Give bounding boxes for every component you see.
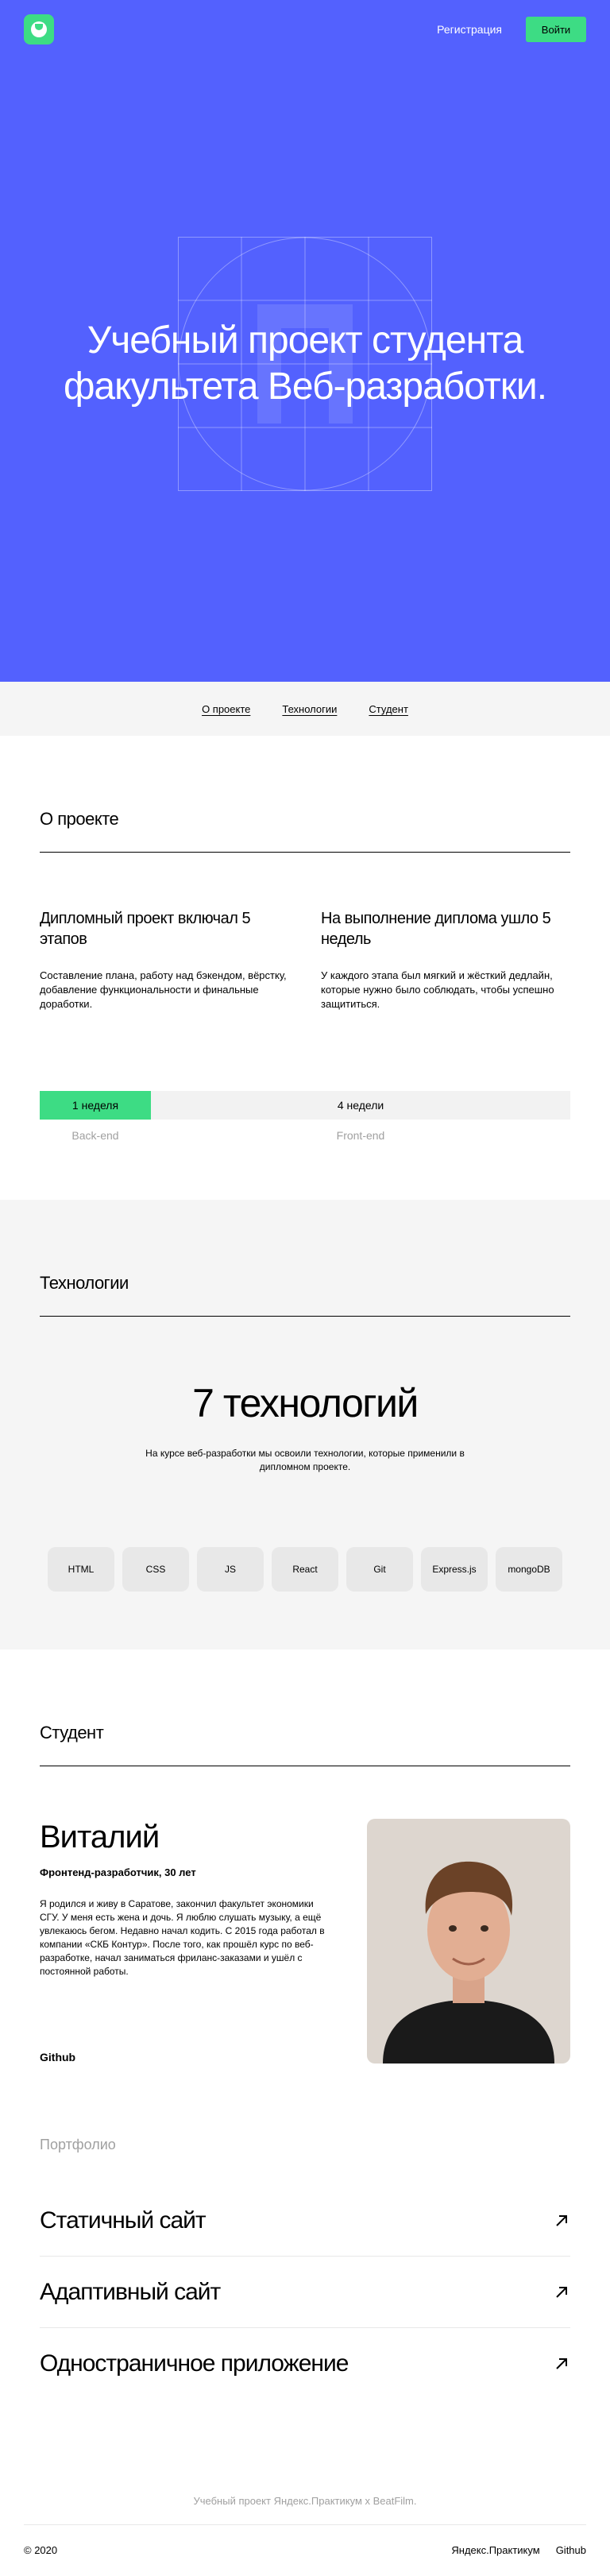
tech-item: CSS xyxy=(122,1547,189,1592)
timeline-bar: 1 неделя 4 недели xyxy=(40,1091,570,1120)
tech-headline: 7 технологий xyxy=(192,1381,419,1425)
student-job: Фронтенд-разработчик, 30 лет xyxy=(40,1866,196,1878)
tech-list: HTML CSS JS React Git Express.js mongoDB xyxy=(40,1547,570,1592)
student-title: Студент xyxy=(40,1723,570,1766)
section-nav: О проекте Технологии Студент xyxy=(0,682,610,736)
copyright: © 2020 xyxy=(24,2544,58,2556)
nav-link-about[interactable]: О проекте xyxy=(202,703,250,715)
tech-item: JS xyxy=(197,1547,264,1592)
tech-item: Git xyxy=(346,1547,413,1592)
student-photo xyxy=(367,1819,570,2064)
smile-logo-icon[interactable] xyxy=(24,14,54,44)
nav-link-student[interactable]: Студент xyxy=(369,703,408,715)
tech-item: mongoDB xyxy=(496,1547,562,1592)
auth-nav: Регистрация Войти xyxy=(437,17,586,42)
student-card: Виталий Фронтенд-разработчик, 30 лет Я р… xyxy=(40,1819,570,2064)
backend-label: Back-end xyxy=(71,1129,119,1142)
footer-link-github[interactable]: Github xyxy=(556,2544,586,2556)
timeline-labels: Back-end Front-end xyxy=(40,1129,570,1142)
portfolio-item[interactable]: Адаптивный сайт xyxy=(40,2257,570,2328)
student-github-link[interactable]: Github xyxy=(40,2051,334,2064)
footer-bottom: © 2020 Яндекс.Практикум Github xyxy=(24,2544,586,2556)
site-footer: Учебный проект Яндекс.Практикум х BeatFi… xyxy=(24,2495,586,2556)
nav-link-tech[interactable]: Технологии xyxy=(282,703,337,715)
frontend-label: Front-end xyxy=(336,1129,385,1142)
timeline: 1 неделя 4 недели Back-end Front-end xyxy=(40,1091,570,1142)
footer-links: Яндекс.Практикум Github xyxy=(451,2544,586,2556)
backend-duration: 1 неделя xyxy=(40,1091,151,1120)
about-text: У каждого этапа был мягкий и жёсткий дед… xyxy=(321,969,554,1010)
portfolio-item-label: Адаптивный сайт xyxy=(40,2278,221,2305)
student-info: Виталий Фронтенд-разработчик, 30 лет Я р… xyxy=(40,1819,334,2064)
hero-title-line2: факультета Веб-разработки. xyxy=(63,366,547,408)
about-section: О проекте Дипломный проект включал 5 эта… xyxy=(0,736,610,1200)
portfolio-item-label: Статичный сайт xyxy=(40,2207,207,2234)
tech-title: Технологии xyxy=(40,1273,570,1317)
tech-item: React xyxy=(272,1547,338,1592)
about-heading: На выполнение диплома ушло 5 недель xyxy=(321,910,551,948)
tech-section: Технологии 7 технологий На курсе веб-раз… xyxy=(0,1200,610,1650)
portfolio-list: Статичный сайт Адаптивный сайт Одностран… xyxy=(40,2185,570,2400)
about-column: Дипломный проект включал 5 этапов Состав… xyxy=(40,908,289,1011)
student-name: Виталий xyxy=(40,1820,160,1855)
hero-title-line1: Учебный проект студента xyxy=(87,319,524,362)
about-columns: Дипломный проект включал 5 этапов Состав… xyxy=(40,908,570,1011)
portfolio-item[interactable]: Статичный сайт xyxy=(40,2185,570,2257)
arrow-up-right-icon[interactable] xyxy=(553,2355,570,2373)
portfolio-item[interactable]: Одностраничное приложение xyxy=(40,2328,570,2400)
tech-item: Express.js xyxy=(421,1547,488,1592)
site-header: Регистрация Войти xyxy=(24,14,586,44)
register-link[interactable]: Регистрация xyxy=(437,23,502,36)
frontend-duration: 4 недели xyxy=(151,1091,570,1120)
footer-note: Учебный проект Яндекс.Практикум х BeatFi… xyxy=(24,2495,586,2525)
arrow-up-right-icon[interactable] xyxy=(553,2284,570,2301)
hero-banner: Регистрация Войти Учебный проект студент… xyxy=(0,0,610,682)
about-title: О проекте xyxy=(40,809,570,853)
arrow-up-right-icon[interactable] xyxy=(553,2212,570,2230)
student-bio: Я родился и живу в Саратове, закончил фа… xyxy=(40,1898,325,1977)
hero-title: Учебный проект студента факультета Веб-р… xyxy=(0,318,610,410)
portfolio-title: Портфолио xyxy=(40,2137,116,2152)
about-column: На выполнение диплома ушло 5 недель У ка… xyxy=(321,908,570,1011)
portfolio-section: Портфолио Статичный сайт Адаптивный сайт… xyxy=(0,2064,610,2400)
about-text: Составление плана, работу над бэкендом, … xyxy=(40,969,287,1010)
about-heading: Дипломный проект включал 5 этапов xyxy=(40,910,251,948)
portfolio-item-label: Одностраничное приложение xyxy=(40,2350,349,2377)
login-button[interactable]: Войти xyxy=(526,17,586,42)
footer-link-practicum[interactable]: Яндекс.Практикум xyxy=(451,2544,539,2556)
tech-description: На курсе веб-разработки мы освоили техно… xyxy=(145,1448,465,1472)
student-section: Студент Виталий Фронтенд-разработчик, 30… xyxy=(0,1650,610,2064)
tech-item: HTML xyxy=(48,1547,114,1592)
